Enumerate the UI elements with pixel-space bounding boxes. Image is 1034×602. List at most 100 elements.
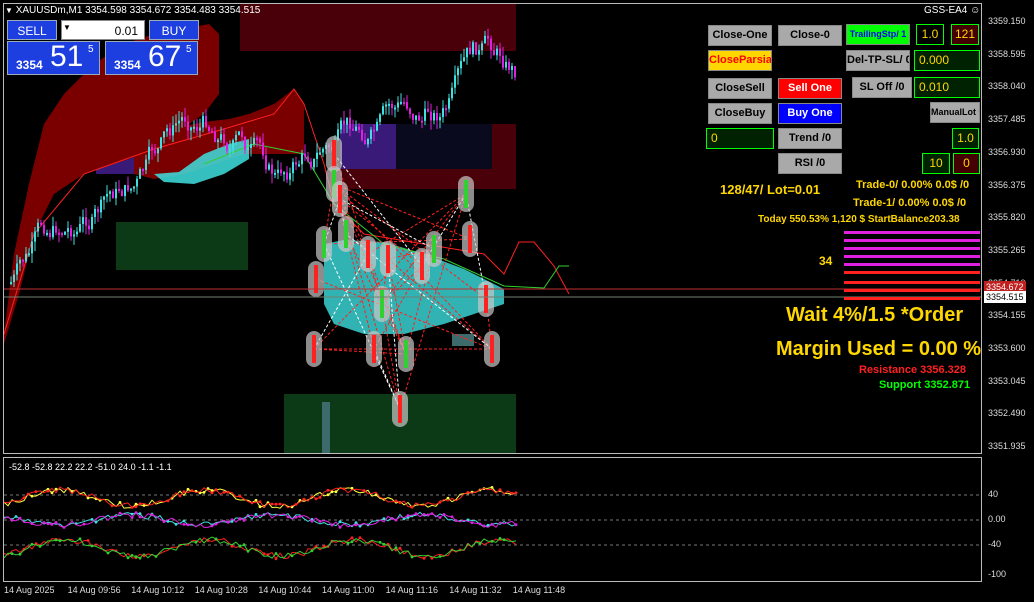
margin-used-label: Margin Used = 0.00 % — [776, 338, 982, 360]
candle-body — [238, 131, 240, 135]
close-sell-button[interactable]: CloseSell — [708, 78, 772, 99]
rsi-button[interactable]: RSI /0 — [778, 153, 842, 174]
candle-body — [409, 108, 411, 114]
candle-body — [322, 148, 324, 153]
candle-body — [355, 126, 357, 131]
candle-body — [415, 115, 417, 120]
trade-marker-core — [420, 252, 424, 280]
candle-body — [316, 152, 318, 159]
candle-body — [385, 104, 387, 107]
candle-body — [46, 232, 48, 235]
candle-body — [160, 137, 162, 149]
candle-body — [241, 131, 243, 137]
candle-body — [28, 253, 30, 256]
smiley-icon: ☺ — [970, 5, 981, 16]
candle-body — [154, 150, 156, 154]
manual-lot-button[interactable]: ManualLot 0 — [930, 102, 980, 123]
lot-spinner-icon[interactable]: ▼ — [63, 23, 71, 32]
lot-size-input[interactable]: 0.01 — [61, 20, 145, 40]
buy-one-button[interactable]: Buy One — [778, 103, 842, 124]
candle-body — [343, 120, 345, 125]
candle-body — [16, 263, 18, 275]
candle-body — [220, 134, 222, 140]
candle-body — [514, 65, 516, 78]
one-click-trading-panel: SELL 0.01 ▼ BUY 3354 51 5 3354 67 5 — [7, 20, 199, 76]
candle-body — [73, 234, 75, 237]
resistance-zone-box — [240, 4, 516, 51]
candle-body — [313, 158, 315, 168]
manual-input-field[interactable]: 0 — [706, 128, 774, 149]
candle-body — [109, 191, 111, 194]
candle-body — [295, 162, 297, 165]
buy-price-sup: 5 — [186, 44, 192, 55]
trade-marker-core — [372, 335, 376, 363]
trade-marker-core — [398, 395, 402, 423]
candle-body — [214, 131, 216, 143]
candle-body — [181, 117, 183, 121]
candle-body — [388, 103, 390, 106]
sl-off-button[interactable]: SL Off /0 — [852, 77, 912, 98]
level-count-label: 34 — [819, 254, 833, 268]
rsi-value-a-field[interactable]: 10 — [922, 153, 950, 174]
candle-body — [112, 191, 114, 199]
candle-body — [478, 50, 480, 55]
indicator-level-0: 0.00 — [988, 514, 1006, 524]
candle-body — [175, 123, 177, 126]
trailing-count-field[interactable]: 121 — [951, 24, 979, 45]
price-tick-label: 3353.600 — [988, 343, 1026, 353]
trade-marker-core — [432, 235, 436, 263]
buy-button[interactable]: BUY — [149, 20, 199, 40]
candle-body — [106, 193, 108, 197]
candle-body — [247, 148, 249, 151]
del-tp-sl-button[interactable]: Del-TP-SL/ 0 — [846, 50, 910, 71]
candle-body — [439, 116, 441, 121]
close-parsial-button[interactable]: CloseParsial — [708, 50, 772, 71]
candle-body — [235, 134, 237, 141]
del-tp-sl-value-field[interactable]: 0.000 — [914, 50, 980, 71]
buy-price-button[interactable]: 3354 67 5 — [105, 40, 198, 75]
candle-body — [124, 185, 126, 197]
candle-body — [421, 120, 423, 123]
candle-body — [70, 228, 72, 237]
trailing-value-field[interactable]: 1.0 — [916, 24, 944, 45]
candle-body — [43, 224, 45, 234]
candle-body — [19, 259, 21, 264]
indicator-canvas[interactable] — [4, 458, 982, 582]
trade-connection-line — [313, 348, 407, 355]
candle-body — [127, 185, 129, 191]
dropdown-arrow-icon[interactable]: ▼ — [5, 6, 13, 15]
candle-body — [79, 223, 81, 232]
candle-body — [265, 155, 267, 170]
sell-one-button[interactable]: Sell One — [778, 78, 842, 99]
candle-body — [424, 108, 426, 121]
trailing-stop-button[interactable]: TrailingStp/ 1 — [846, 24, 910, 45]
candle-body — [271, 164, 273, 174]
candle-body — [442, 108, 444, 117]
price-tick-label: 3352.490 — [988, 408, 1026, 419]
close-one-button[interactable]: Close-One — [708, 25, 772, 46]
candle-body — [91, 216, 93, 230]
trade-marker-core — [322, 230, 326, 258]
candle-body — [310, 161, 312, 168]
candle-body — [361, 129, 363, 141]
candle-body — [139, 169, 141, 179]
candle-body — [169, 128, 171, 136]
indicator-subwindow[interactable]: -52.8 -52.8 22.2 22.2 -51.0 24.0 -1.1 -1… — [3, 457, 982, 582]
sell-price-button[interactable]: 3354 51 5 — [7, 40, 100, 75]
trend-button[interactable]: Trend /0 — [778, 128, 842, 149]
today-balance-label: Today 550.53% 1,120 $ StartBalance203.38 — [758, 214, 960, 225]
sl-off-value-field[interactable]: 0.010 — [914, 77, 980, 98]
sell-button[interactable]: SELL — [7, 20, 57, 40]
close-0-button[interactable]: Close-0 — [778, 25, 842, 46]
trade1-label: Trade-1/ 0.00% 0.0$ /0 — [853, 197, 967, 209]
trade-marker-core — [366, 240, 370, 268]
trade-marker-core — [344, 220, 348, 248]
manual-lot-value-field[interactable]: 1.0 — [952, 128, 979, 149]
close-buy-button[interactable]: CloseBuy — [708, 103, 772, 124]
trade-marker-core — [380, 290, 384, 318]
candle-body — [187, 121, 189, 131]
time-tick-label: 14 Aug 10:28 — [194, 585, 248, 595]
candle-body — [37, 222, 39, 232]
rsi-value-b-field[interactable]: 0 — [953, 153, 980, 174]
candle-body — [490, 38, 492, 51]
